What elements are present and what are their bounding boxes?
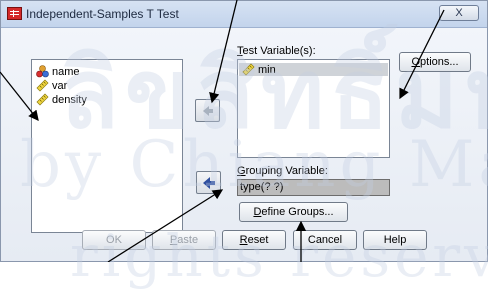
- independent-samples-t-test-dialog: Independent-Samples T Test X name var de…: [0, 0, 488, 262]
- title-bar: Independent-Samples T Test X: [1, 1, 487, 28]
- close-icon: X: [455, 7, 463, 19]
- scale-variable-icon: [36, 93, 49, 106]
- arrow-right-icon: [203, 106, 213, 116]
- ok-button[interactable]: OK: [82, 230, 146, 250]
- move-to-test-variables-button[interactable]: [195, 99, 220, 122]
- dialog-title: Independent-Samples T Test: [26, 7, 179, 21]
- variable-label: var: [52, 79, 68, 92]
- list-item[interactable]: min: [239, 63, 388, 76]
- nominal-variable-icon: [36, 65, 49, 78]
- grouping-variable-value: type(? ?): [240, 181, 284, 193]
- options-button[interactable]: Options...: [399, 52, 471, 72]
- list-item[interactable]: density: [36, 93, 87, 106]
- variable-label: density: [52, 93, 87, 106]
- reset-button[interactable]: Reset: [222, 230, 286, 250]
- variable-label: min: [258, 63, 276, 76]
- arrow-right-icon: [203, 177, 215, 189]
- scale-variable-icon: [36, 79, 49, 92]
- source-variable-list[interactable]: name var density: [31, 59, 183, 233]
- grouping-variable-label: Grouping Variable:: [237, 165, 328, 177]
- grouping-variable-field[interactable]: type(? ?): [237, 179, 390, 196]
- define-groups-button[interactable]: Define Groups...: [239, 202, 348, 222]
- variable-label: name: [52, 65, 80, 78]
- scale-variable-icon: [242, 63, 255, 76]
- test-variables-label: Test Variable(s):: [237, 45, 316, 57]
- help-button[interactable]: Help: [363, 230, 427, 250]
- close-button[interactable]: X: [439, 5, 479, 21]
- test-variables-list[interactable]: min: [237, 59, 390, 158]
- paste-button[interactable]: Paste: [152, 230, 216, 250]
- move-to-grouping-variable-button[interactable]: [196, 171, 221, 194]
- spss-table-icon: [7, 7, 22, 20]
- list-item[interactable]: var: [36, 79, 67, 92]
- cancel-button[interactable]: Cancel: [293, 230, 357, 250]
- list-item[interactable]: name: [36, 65, 80, 78]
